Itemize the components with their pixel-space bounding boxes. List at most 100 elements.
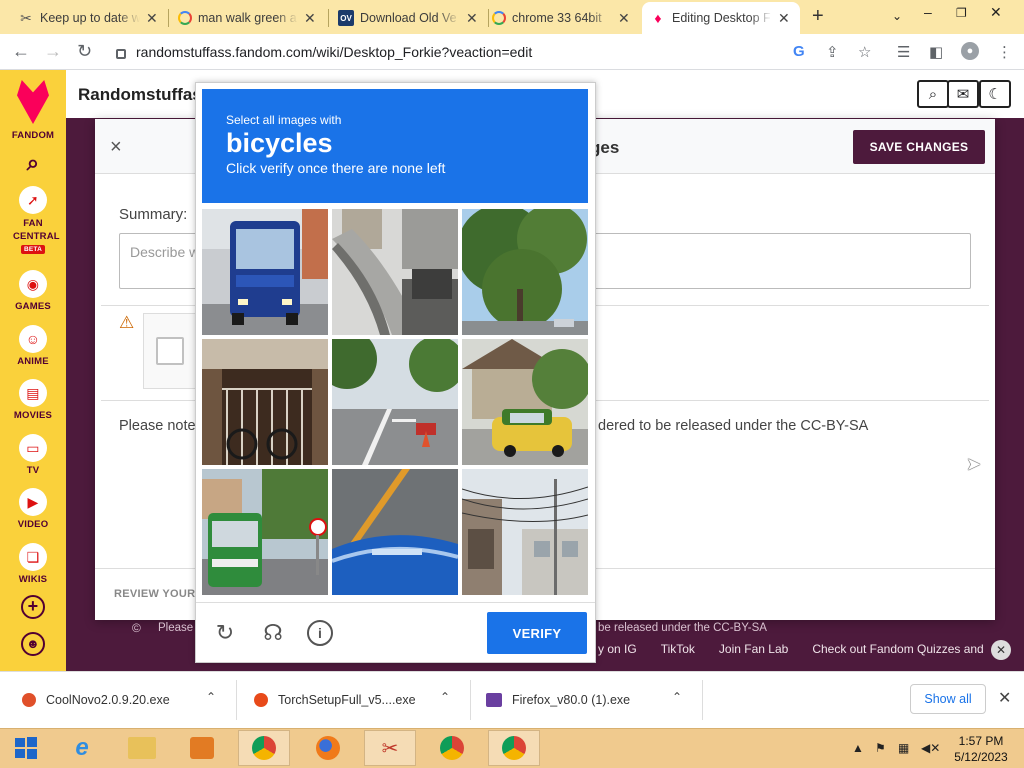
show-all-button[interactable]: Show all: [910, 684, 986, 714]
taskbar-app[interactable]: ✂: [364, 730, 416, 766]
forward-icon[interactable]: →: [44, 41, 62, 62]
reload-page-icon[interactable]: ↻: [77, 41, 92, 62]
download-item[interactable]: Firefox_v80.0 (1).exe: [486, 690, 630, 710]
review-changes-button[interactable]: REVIEW YOUR: [114, 588, 195, 600]
play-icon: ▶: [19, 488, 47, 516]
close-tab-icon[interactable]: ✕: [146, 10, 158, 27]
chevron-up-icon[interactable]: ⌃: [440, 690, 450, 704]
captcha-tile-6[interactable]: [462, 339, 588, 465]
rocket-icon: ➚: [19, 186, 47, 214]
close-icon[interactable]: ×: [110, 136, 122, 159]
rail-label: VIDEO: [17, 519, 49, 530]
folder-icon: [128, 737, 156, 759]
footer-link[interactable]: Check out Fandom Quizzes and cha: [812, 642, 986, 656]
taskbar-explorer[interactable]: [116, 730, 168, 766]
internet-explorer-icon: e: [75, 734, 89, 761]
tab-separator: [328, 9, 329, 27]
close-tab-icon[interactable]: ✕: [618, 10, 630, 27]
captcha-tile-1[interactable]: [202, 209, 328, 335]
restore-icon[interactable]: ❐: [956, 6, 967, 20]
footer-link[interactable]: y on IG: [598, 642, 637, 656]
tab-keep-up-to-date[interactable]: ✂ Keep up to date wi ✕: [10, 2, 168, 34]
captcha-checkbox[interactable]: [156, 337, 184, 365]
taskbar-chrome-2[interactable]: [426, 730, 478, 766]
verify-button[interactable]: VERIFY: [487, 612, 587, 654]
bookmark-star-icon[interactable]: ☆: [858, 43, 871, 61]
chevron-up-icon[interactable]: ⌃: [672, 690, 682, 704]
save-changes-button[interactable]: SAVE CHANGES: [853, 130, 985, 164]
tab-download-old[interactable]: OV Download Old Ve ✕: [330, 2, 488, 34]
fandom-heart-icon: [17, 80, 49, 124]
footer-close-icon[interactable]: ✕: [991, 640, 1011, 660]
rail-video[interactable]: ▶ VIDEO: [0, 488, 66, 530]
tray-arrow-icon[interactable]: ▲: [852, 741, 864, 755]
fandom-logo[interactable]: FANDOM: [0, 80, 66, 141]
download-item[interactable]: TorchSetupFull_v5....exe: [254, 690, 416, 710]
plus-circle-icon: +: [21, 595, 45, 619]
captcha-tile-8[interactable]: [332, 469, 458, 595]
moon-icon[interactable]: ☾: [979, 80, 1011, 108]
chevron-up-icon[interactable]: ⌃: [206, 690, 216, 704]
rail-movies[interactable]: ▤ MOVIES: [0, 379, 66, 421]
captcha-tile-7[interactable]: [202, 469, 328, 595]
clock-date[interactable]: 5/12/2023: [953, 750, 1009, 764]
taskbar-firefox[interactable]: [302, 730, 354, 766]
page-license-left: Please: [158, 622, 194, 634]
captcha-tile-2[interactable]: [332, 209, 458, 335]
info-icon[interactable]: i: [307, 620, 333, 646]
profile-icon[interactable]: ●: [961, 42, 979, 60]
flag-icon[interactable]: ⚑: [875, 741, 886, 755]
rail-tv[interactable]: ▭ TV: [0, 434, 66, 476]
taskbar-chrome-3[interactable]: [488, 730, 540, 766]
minimize-icon[interactable]: –: [924, 4, 932, 20]
volume-muted-icon[interactable]: ◀✕: [921, 741, 940, 755]
side-panel-icon[interactable]: ◧: [929, 43, 943, 61]
captcha-tile-3[interactable]: [462, 209, 588, 335]
rail-games[interactable]: ◉ GAMES: [0, 270, 66, 312]
captcha-tile-4[interactable]: [202, 339, 328, 465]
start-button[interactable]: [0, 730, 52, 766]
reload-icon[interactable]: ↻: [212, 620, 238, 646]
lock-icon: [116, 49, 126, 59]
site-name[interactable]: Randomstuffas: [78, 85, 202, 105]
download-item[interactable]: CoolNovo2.0.9.20.exe: [22, 690, 170, 710]
tab-search-icon[interactable]: ⌄: [892, 9, 902, 23]
taskbar-media[interactable]: [176, 730, 228, 766]
tab-man-walk[interactable]: man walk green a ✕: [170, 2, 328, 34]
close-tab-icon[interactable]: ✕: [778, 10, 790, 27]
back-icon[interactable]: ←: [12, 41, 30, 62]
tab-chrome-33[interactable]: chrome 33 64bit ✕: [484, 2, 642, 34]
captcha-tile-9[interactable]: [462, 469, 588, 595]
taskbar-ie[interactable]: e: [56, 730, 108, 766]
summary-label: Summary:: [119, 206, 188, 223]
share-icon[interactable]: ⇪: [826, 43, 839, 61]
taskbar-chrome[interactable]: [238, 730, 290, 766]
google-translate-icon[interactable]: G: [793, 43, 805, 60]
footer-link[interactable]: TikTok: [661, 642, 695, 656]
captcha-tile-5[interactable]: [332, 339, 458, 465]
rail-fan-central[interactable]: ➚ FAN CENTRAL BETA: [0, 186, 66, 254]
new-tab-button[interactable]: +: [812, 5, 824, 28]
network-icon[interactable]: ▦: [898, 741, 909, 755]
close-tab-icon[interactable]: ✕: [466, 10, 478, 27]
address-bar[interactable]: randomstuffass.fandom.com/wiki/Desktop_F…: [108, 38, 888, 66]
rail-search[interactable]: ⌕: [0, 150, 66, 176]
book-icon: ❏: [19, 543, 47, 571]
rail-add[interactable]: +: [0, 595, 66, 619]
chat-icon[interactable]: ✉: [947, 80, 979, 108]
close-tab-icon[interactable]: ✕: [304, 10, 316, 27]
media-icon[interactable]: ☰: [897, 43, 910, 61]
close-icon[interactable]: ✕: [998, 688, 1011, 708]
clock-time[interactable]: 1:57 PM: [958, 734, 1004, 748]
menu-dots-icon[interactable]: ⋮: [997, 43, 1012, 61]
close-window-icon[interactable]: ✕: [990, 4, 1002, 21]
rail-anime[interactable]: ☺ ANIME: [0, 325, 66, 367]
tab-editing-desktop[interactable]: ♦ Editing Desktop F ✕: [642, 2, 800, 34]
rail-account[interactable]: ☻: [0, 632, 66, 656]
windows-icon: [15, 737, 37, 759]
search-icon[interactable]: ⌕: [917, 80, 949, 108]
rail-wikis[interactable]: ❏ WIKIS: [0, 543, 66, 585]
user-icon: ☻: [21, 632, 45, 656]
footer-link[interactable]: Join Fan Lab: [719, 642, 788, 656]
audio-icon[interactable]: ☊: [260, 620, 286, 646]
